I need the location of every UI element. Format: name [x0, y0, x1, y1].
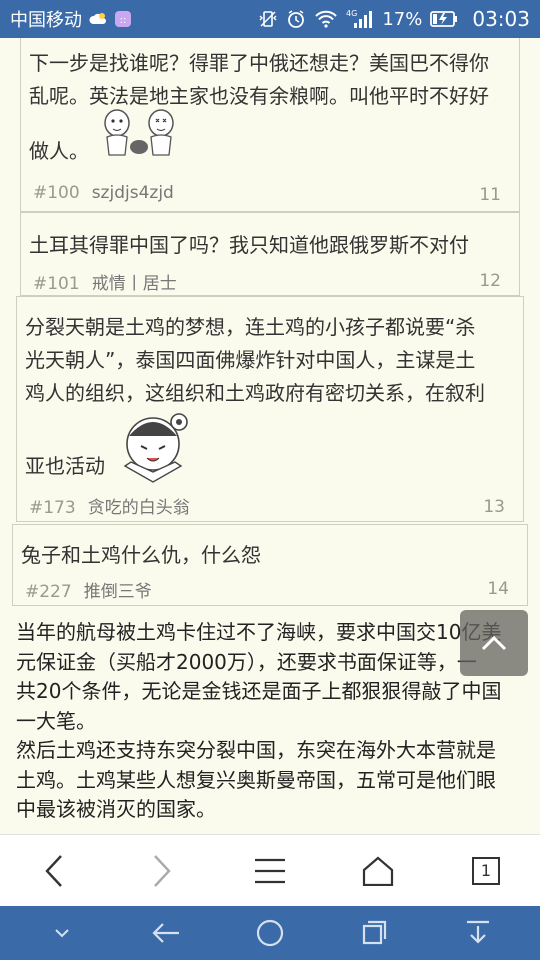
post-meta: #101 戒情丨居士 [33, 269, 177, 294]
chevron-up-icon [481, 635, 507, 651]
reply-post: 兔子和土鸡什么仇，什么怨 #227 推倒三爷 14 [12, 524, 528, 606]
post-author-link[interactable]: 戒情丨居士 [92, 269, 177, 294]
post-id: #101 [33, 274, 80, 294]
post-id: #227 [25, 582, 72, 602]
post-text-line: 亚也活动 [25, 454, 105, 478]
meme-sticker-icon [104, 109, 174, 156]
post-author-link[interactable]: 贪吃的白头翁 [88, 493, 190, 518]
vibrate-icon [258, 9, 278, 29]
post-text-line: 然后土鸡还支持东突分裂中国，东突在海外大本营就是 [16, 738, 496, 762]
system-recents-button[interactable] [349, 908, 399, 958]
system-navigation-bar [0, 906, 540, 960]
recents-icon [362, 920, 387, 945]
system-home-button[interactable] [245, 908, 295, 958]
post-id: #173 [29, 498, 76, 518]
floor-number: 11 [479, 185, 501, 205]
arrow-left-icon [152, 923, 179, 943]
post-author-link[interactable]: 推倒三爷 [84, 577, 152, 602]
menu-button[interactable] [240, 841, 300, 901]
hamburger-menu-icon [255, 858, 285, 883]
pull-down-icon [467, 920, 489, 944]
post-text-line: 土鸡。土鸡某些人想复兴奥斯曼帝国，五常可是他们眼 [16, 767, 496, 792]
home-button[interactable] [348, 841, 408, 901]
post-meta: #227 推倒三爷 [25, 577, 152, 602]
status-bar: 中国移动 :: 4G 17% 03:03 [0, 0, 540, 38]
app-notification-icon: :: [114, 10, 132, 28]
floor-number: 14 [487, 579, 509, 599]
tabs-button[interactable]: 1 [456, 841, 516, 901]
post-id: #100 [33, 183, 80, 203]
wifi-icon [314, 10, 338, 28]
post-body-long: 当年的航母被土鸡卡住过不了海峡，要求中国交10亿美 元保证金（买船才2000万）… [16, 618, 528, 825]
thread-content[interactable]: 下一步是找谁呢？得罪了中俄还想走？美国巴不得你 乱呢。英法是地主家也没有余粮啊。… [0, 38, 540, 834]
post-text-line-with-emoji: 亚也活动 [25, 410, 525, 483]
post-text-line: 兔子和土鸡什么仇，什么怨 [21, 543, 261, 567]
post-body: 土耳其得罪中国了吗？我只知道他跟俄罗斯不对付 [29, 229, 519, 262]
reply-post: 分裂天朝是土鸡的梦想，连土鸡的小孩子都说要“杀 光天朝人”，泰国四面佛爆炸针对中… [16, 296, 524, 522]
post-meta: #100 szjdjs4zjd [33, 183, 174, 203]
post-text-line: 做人。 [29, 139, 89, 163]
scroll-to-top-button[interactable] [460, 610, 528, 676]
browser-toolbar: 1 [0, 834, 540, 906]
home-icon [362, 856, 394, 886]
post-author-link[interactable]: szjdjs4zjd [92, 183, 174, 203]
floor-number: 13 [483, 497, 505, 517]
circle-home-icon [256, 919, 284, 947]
battery-charging-icon [430, 11, 458, 27]
post-text-line: 下一步是找谁呢？得罪了中俄还想走？美国巴不得你 [29, 51, 489, 75]
post-text-line: 光天朝人”，泰国四面佛爆炸针对中国人，主谋是土 [25, 348, 476, 372]
post-text-line: 鸡人的组织，这组织和土鸡政府有密切关系，在叙利 [25, 381, 485, 405]
post-text-line: 元保证金（买船才2000万），还要求书面保证等，一 [16, 649, 477, 674]
alarm-icon [286, 9, 306, 29]
post-text-line: 当年的航母被土鸡卡住过不了海峡，要求中国交10亿美 [16, 620, 502, 644]
reply-post: 土耳其得罪中国了吗？我只知道他跟俄罗斯不对付 #101 戒情丨居士 12 [20, 212, 520, 296]
post-body: 分裂天朝是土鸡的梦想，连土鸡的小孩子都说要“杀 光天朝人”，泰国四面佛爆炸针对中… [25, 311, 525, 483]
floor-number: 12 [479, 271, 501, 291]
post-text-line-with-emoji: 做人。 [29, 109, 519, 163]
post-text-line: 一大笔。 [16, 708, 96, 733]
chevron-right-icon [154, 854, 171, 887]
weather-icon [88, 12, 108, 26]
tab-count: 1 [480, 861, 492, 880]
chevron-down-icon [55, 929, 69, 938]
system-back-button[interactable] [141, 908, 191, 958]
post-meta: #173 贪吃的白头翁 [29, 493, 190, 518]
chevron-left-icon [45, 854, 62, 887]
svg-text:::: :: [120, 15, 127, 26]
signal-icon: 4G [346, 8, 374, 30]
anime-sticker-icon [123, 413, 188, 483]
hide-nav-button[interactable] [37, 908, 87, 958]
forward-button[interactable] [132, 841, 192, 901]
network-type-label: 4G [346, 9, 357, 18]
clock: 03:03 [472, 7, 530, 31]
post-text-line: 土耳其得罪中国了吗？我只知道他跟俄罗斯不对付 [29, 233, 469, 257]
post-text-line: 分裂天朝是土鸡的梦想，连土鸡的小孩子都说要“杀 [25, 315, 476, 339]
back-button[interactable] [24, 841, 84, 901]
reply-post: 下一步是找谁呢？得罪了中俄还想走？美国巴不得你 乱呢。英法是地主家也没有余粮啊。… [20, 38, 520, 212]
carrier-label: 中国移动 [10, 10, 82, 31]
notification-pulldown-button[interactable] [453, 908, 503, 958]
post-body: 兔子和土鸡什么仇，什么怨 [21, 539, 521, 572]
post-text-line: 共20个条件，无论是金钱还是面子上都狠狠得敲了中国 [16, 679, 502, 703]
battery-percent: 17% [382, 8, 423, 30]
post-body: 下一步是找谁呢？得罪了中俄还想走？美国巴不得你 乱呢。英法是地主家也没有余粮啊。… [29, 47, 519, 163]
post-text-line: 中最该被消灭的国家。 [16, 797, 216, 821]
